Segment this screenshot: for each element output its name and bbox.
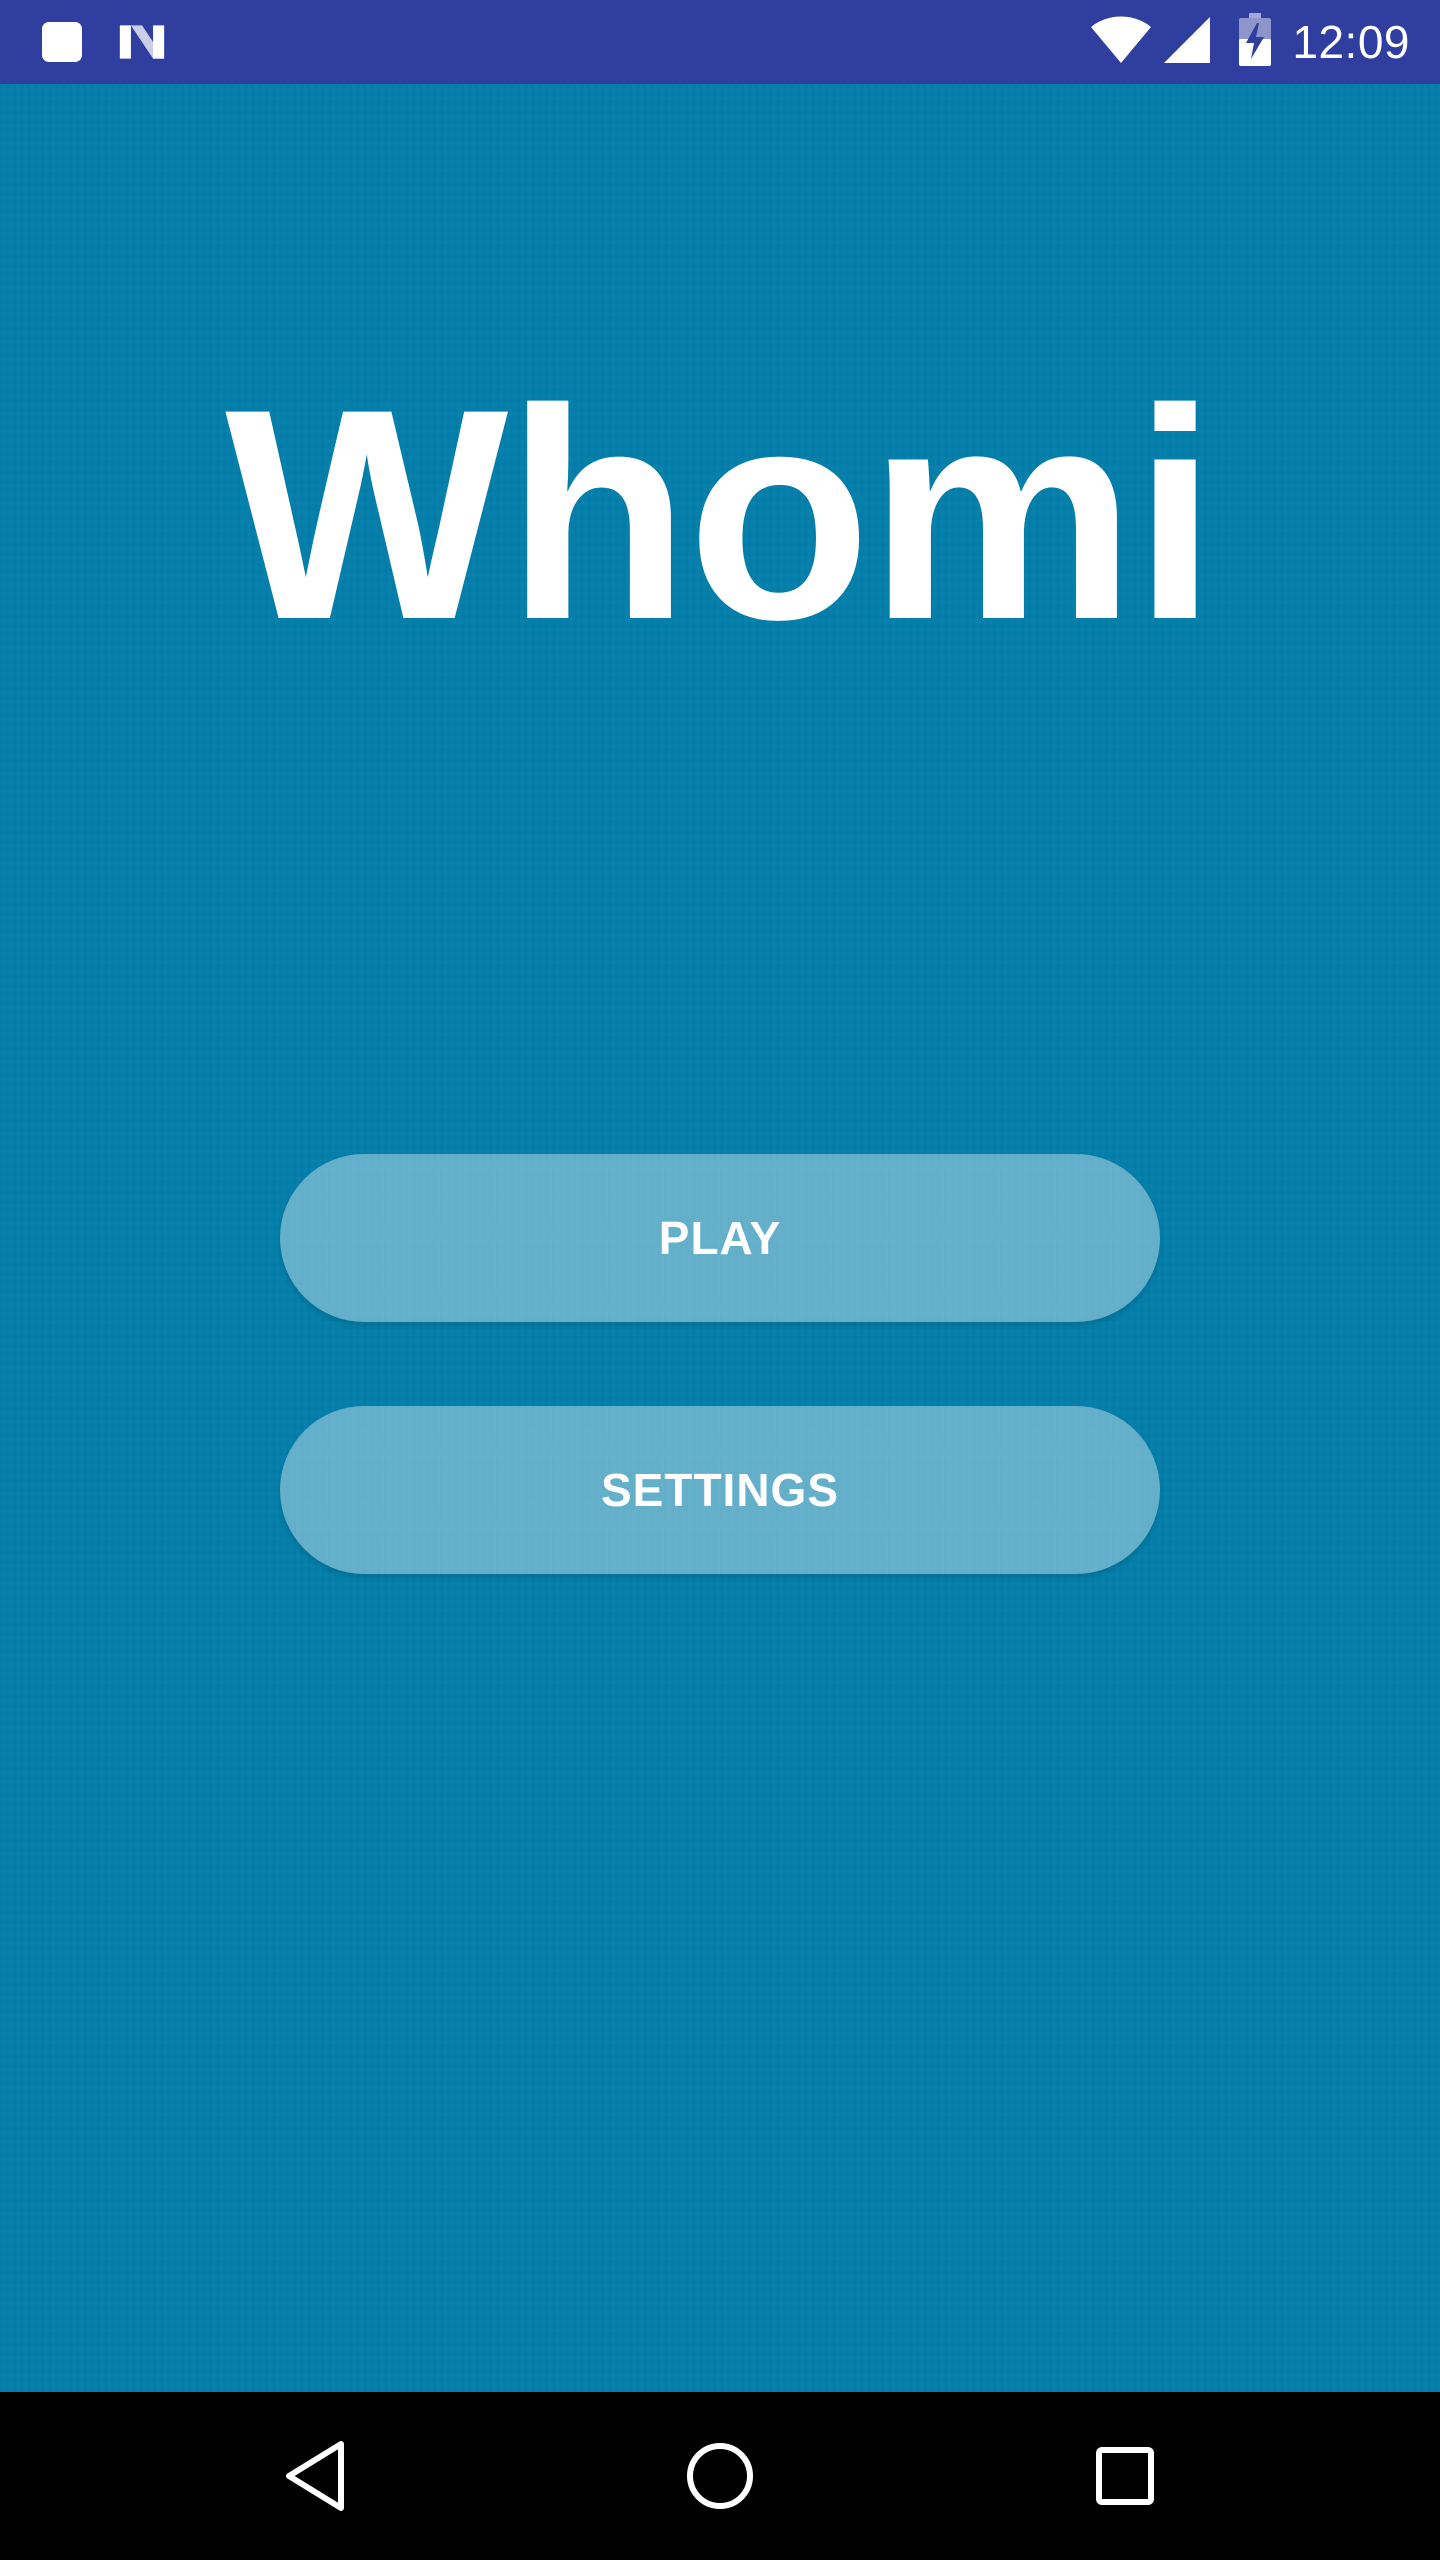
wifi-icon: [1090, 15, 1152, 70]
app-screen: Whomi PLAY SETTINGS: [0, 84, 1440, 2392]
play-button-label: PLAY: [658, 1212, 782, 1264]
n-logo-icon: [118, 18, 166, 66]
app-title: Whomi: [225, 346, 1217, 682]
navigation-bar: [0, 2392, 1440, 2560]
home-icon[interactable]: [670, 2426, 770, 2526]
settings-button[interactable]: SETTINGS: [280, 1406, 1160, 1574]
cell-signal-icon: [1162, 15, 1212, 70]
status-time: 12:09: [1292, 16, 1410, 68]
back-icon[interactable]: [265, 2426, 365, 2526]
settings-button-label: SETTINGS: [600, 1464, 840, 1516]
notification-square-icon: [38, 18, 86, 66]
battery-charging-icon: [1238, 12, 1272, 72]
status-bar: 12:09: [0, 0, 1440, 84]
recents-icon[interactable]: [1075, 2426, 1175, 2526]
play-button[interactable]: PLAY: [280, 1154, 1160, 1322]
status-icons: 12:09: [1090, 0, 1440, 84]
